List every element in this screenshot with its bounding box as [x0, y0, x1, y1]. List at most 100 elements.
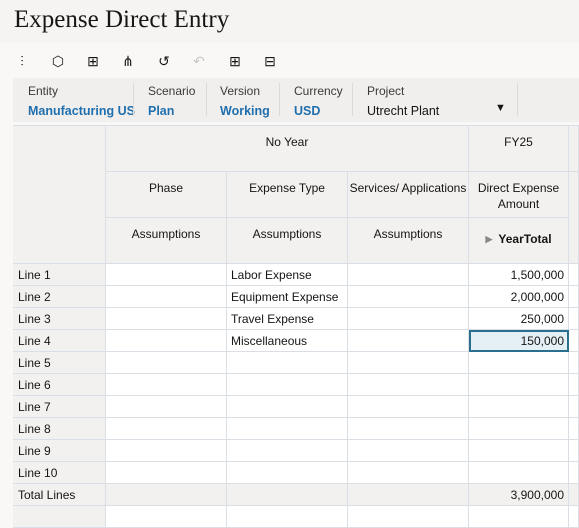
- pov-project-dropdown[interactable]: Project Utrecht Plant ▼: [367, 78, 507, 122]
- pov-value[interactable]: Plan: [148, 104, 195, 118]
- row-header: Line 7: [13, 396, 106, 418]
- amount-cell[interactable]: 250,000: [469, 308, 569, 330]
- chevron-down-icon[interactable]: ▼: [495, 102, 506, 114]
- expense-type-cell[interactable]: [227, 396, 348, 418]
- pov-label: Entity: [28, 84, 59, 98]
- services-cell[interactable]: [348, 308, 469, 330]
- column-header: Phase: [106, 172, 227, 218]
- pov-label: Scenario: [148, 84, 196, 98]
- services-cell[interactable]: [348, 352, 469, 374]
- row-header: Line 2: [13, 286, 106, 308]
- amount-cell[interactable]: [469, 440, 569, 462]
- row-header: Line 3: [13, 308, 106, 330]
- pov-value[interactable]: Manufacturing US: [28, 104, 135, 118]
- amount-cell: 3,900,000: [469, 484, 569, 506]
- pane-icon[interactable]: ⊟: [262, 53, 278, 69]
- divider: [352, 83, 353, 116]
- expense-type-cell[interactable]: Miscellaneous: [227, 330, 348, 352]
- services-cell[interactable]: [348, 396, 469, 418]
- hierarchy-icon[interactable]: ⋔: [120, 53, 136, 69]
- cell: [569, 264, 579, 286]
- services-cell[interactable]: [348, 374, 469, 396]
- pov-bar: Entity Manufacturing US Scenario Plan Vers…: [13, 78, 579, 122]
- cell: [569, 440, 579, 462]
- undo-icon[interactable]: ↶: [191, 53, 207, 69]
- cell: [569, 462, 579, 484]
- cube-icon[interactable]: ⬡: [50, 53, 66, 69]
- phase-cell[interactable]: [106, 418, 227, 440]
- services-cell[interactable]: [348, 462, 469, 484]
- pov-value[interactable]: Utrecht Plant: [367, 104, 507, 118]
- amount-cell[interactable]: [469, 396, 569, 418]
- phase-cell[interactable]: [106, 308, 227, 330]
- header-cell: [569, 172, 579, 264]
- sub-header-yeartotal[interactable]: ▶ YearTotal: [469, 218, 569, 264]
- toolbar: ⫶ ⬡ ⊞ ⋔ ↺ ↶ ⊞ ⊟: [0, 43, 579, 78]
- expense-type-cell[interactable]: [227, 418, 348, 440]
- cell: [569, 286, 579, 308]
- amount-cell[interactable]: 2,000,000: [469, 286, 569, 308]
- services-cell: [348, 484, 469, 506]
- expense-type-cell[interactable]: [227, 374, 348, 396]
- services-cell[interactable]: [348, 440, 469, 462]
- divider: [206, 83, 207, 116]
- sub-header-label: YearTotal: [498, 232, 552, 246]
- phase-cell[interactable]: [106, 440, 227, 462]
- phase-cell[interactable]: [106, 330, 227, 352]
- amount-cell[interactable]: [469, 462, 569, 484]
- pov-entity[interactable]: Entity Manufacturing US: [28, 78, 135, 122]
- expense-type-cell[interactable]: [227, 440, 348, 462]
- header-cell: [569, 126, 579, 172]
- amount-cell[interactable]: [469, 352, 569, 374]
- cell: [569, 418, 579, 440]
- pov-version[interactable]: Version Working: [220, 78, 270, 122]
- data-grid: No Year FY25 Phase Assumptions Expense Type A…: [13, 125, 579, 528]
- phase-cell[interactable]: [106, 352, 227, 374]
- phase-cell[interactable]: [106, 286, 227, 308]
- expense-type-cell[interactable]: Travel Expense: [227, 308, 348, 330]
- row-header: Line 8: [13, 418, 106, 440]
- cell: [569, 308, 579, 330]
- phase-cell[interactable]: [106, 374, 227, 396]
- expense-type-cell[interactable]: [227, 462, 348, 484]
- row-header: Line 4: [13, 330, 106, 352]
- expense-type-cell[interactable]: Equipment Expense: [227, 286, 348, 308]
- pov-scenario[interactable]: Scenario Plan: [148, 78, 195, 122]
- corner-cell: [13, 126, 106, 264]
- amount-cell[interactable]: 1,500,000: [469, 264, 569, 286]
- pov-label: Project: [367, 84, 405, 98]
- expense-type-cell[interactable]: [227, 352, 348, 374]
- services-cell[interactable]: [348, 330, 469, 352]
- services-cell[interactable]: [348, 286, 469, 308]
- sliders-icon[interactable]: ⫶: [14, 53, 30, 69]
- divider: [517, 83, 518, 116]
- pov-value[interactable]: Working: [220, 104, 270, 118]
- expense-type-cell: [227, 484, 348, 506]
- phase-cell[interactable]: [106, 396, 227, 418]
- amount-cell[interactable]: [469, 418, 569, 440]
- expense-type-cell[interactable]: Labor Expense: [227, 264, 348, 286]
- cell: [569, 330, 579, 352]
- amount-cell[interactable]: 150,000: [469, 330, 569, 352]
- divider: [279, 83, 280, 116]
- empty-cell: [348, 506, 469, 528]
- phase-cell[interactable]: [106, 462, 227, 484]
- row-header: Total Lines: [13, 484, 106, 506]
- services-cell[interactable]: [348, 418, 469, 440]
- cell: [569, 396, 579, 418]
- empty-cell: [13, 506, 106, 528]
- amount-cell[interactable]: [469, 374, 569, 396]
- services-cell[interactable]: [348, 264, 469, 286]
- pov-label: Currency: [294, 84, 343, 98]
- phase-cell[interactable]: [106, 264, 227, 286]
- expand-triangle-icon[interactable]: ▶: [485, 231, 492, 263]
- pov-currency[interactable]: Currency USD: [294, 78, 343, 122]
- empty-cell: [569, 506, 579, 528]
- grid-icon[interactable]: ⊞: [227, 53, 243, 69]
- history-icon[interactable]: ↺: [156, 53, 172, 69]
- row-header: Line 5: [13, 352, 106, 374]
- pov-value[interactable]: USD: [294, 104, 343, 118]
- sub-header: Assumptions: [227, 218, 348, 264]
- row-header: Line 9: [13, 440, 106, 462]
- comment-add-icon[interactable]: ⊞: [85, 53, 101, 69]
